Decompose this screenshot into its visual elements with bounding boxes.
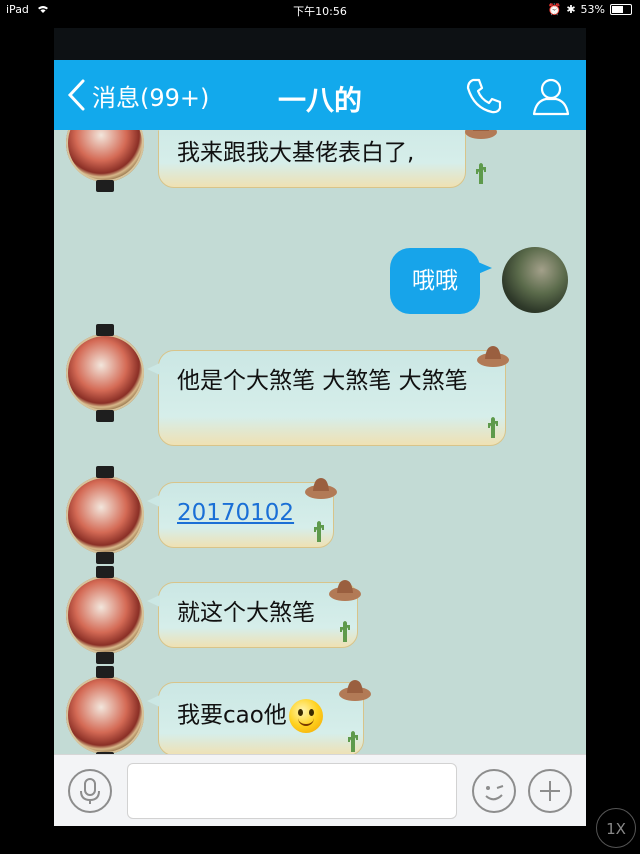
cactus-icon [314, 521, 324, 542]
app-top-strip [54, 28, 586, 60]
emoji-face-icon [485, 785, 504, 801]
message-text: 我来跟我大基佬表白了, [177, 140, 415, 166]
cactus-icon [488, 417, 498, 438]
status-bar: iPad 下午10:56 ⏰ ✱ 53% [0, 0, 640, 20]
cowboy-hat-icon [339, 680, 371, 701]
battery-percent: 53% [580, 3, 605, 16]
more-button[interactable] [528, 769, 572, 813]
microphone-icon [80, 778, 100, 804]
phone-icon[interactable] [464, 76, 504, 116]
bluetooth-icon: ✱ [566, 3, 576, 16]
sender-avatar[interactable] [66, 324, 144, 422]
message-list: 我来跟我大基佬表白了, 哦哦 他是个大煞笔 大煞笔 大煞笔 20170102 就… [54, 130, 586, 754]
sender-avatar[interactable] [66, 466, 144, 564]
sender-avatar[interactable] [66, 566, 144, 664]
message-input[interactable] [127, 763, 457, 819]
status-time: 下午10:56 [293, 5, 347, 18]
zoom-button[interactable]: 1X [596, 808, 636, 848]
message-bubble[interactable]: 哦哦 [390, 248, 492, 314]
sender-avatar[interactable] [66, 666, 144, 754]
battery-icon [610, 4, 632, 15]
message-bubble[interactable]: 他是个大煞笔 大煞笔 大煞笔 [147, 350, 506, 446]
status-right: ⏰ ✱ 53% [548, 3, 632, 16]
sender-avatar[interactable] [66, 130, 144, 192]
cactus-icon [340, 621, 350, 642]
plus-icon [540, 781, 560, 801]
message-text: 哦哦 [412, 268, 458, 294]
cowboy-hat-icon [305, 478, 337, 499]
message-text: 他是个大煞笔 大煞笔 大煞笔 [177, 368, 468, 394]
smile-emoji-icon [288, 699, 323, 733]
navigation-bar: 消息(99+) 一八的 [54, 60, 586, 130]
message-text: 就这个大煞笔 [177, 600, 315, 626]
message-text: 我要cao他 [177, 702, 287, 729]
cowboy-hat-icon [465, 130, 497, 139]
chat-app: 消息(99+) 一八的 我来跟我大基佬表白了, 哦哦 他是个大煞笔 大煞笔 大煞… [54, 28, 586, 826]
message-bubble[interactable]: 我要cao他 [147, 682, 364, 754]
cowboy-hat-icon [329, 580, 361, 601]
alarm-icon: ⏰ [547, 3, 562, 16]
input-bar [54, 754, 586, 826]
cowboy-hat-icon [477, 346, 509, 367]
contact-icon[interactable] [530, 76, 572, 116]
cactus-icon [476, 163, 486, 184]
cactus-icon [348, 731, 358, 752]
emoji-button[interactable] [472, 769, 516, 813]
battery-fill [612, 6, 623, 13]
voice-button[interactable] [68, 769, 112, 813]
chat-title: 一八的 [277, 84, 362, 117]
my-avatar[interactable] [502, 247, 568, 313]
date-link[interactable]: 20170102 [177, 500, 294, 526]
message-bubble[interactable]: 我来跟我大基佬表白了, [147, 130, 466, 188]
